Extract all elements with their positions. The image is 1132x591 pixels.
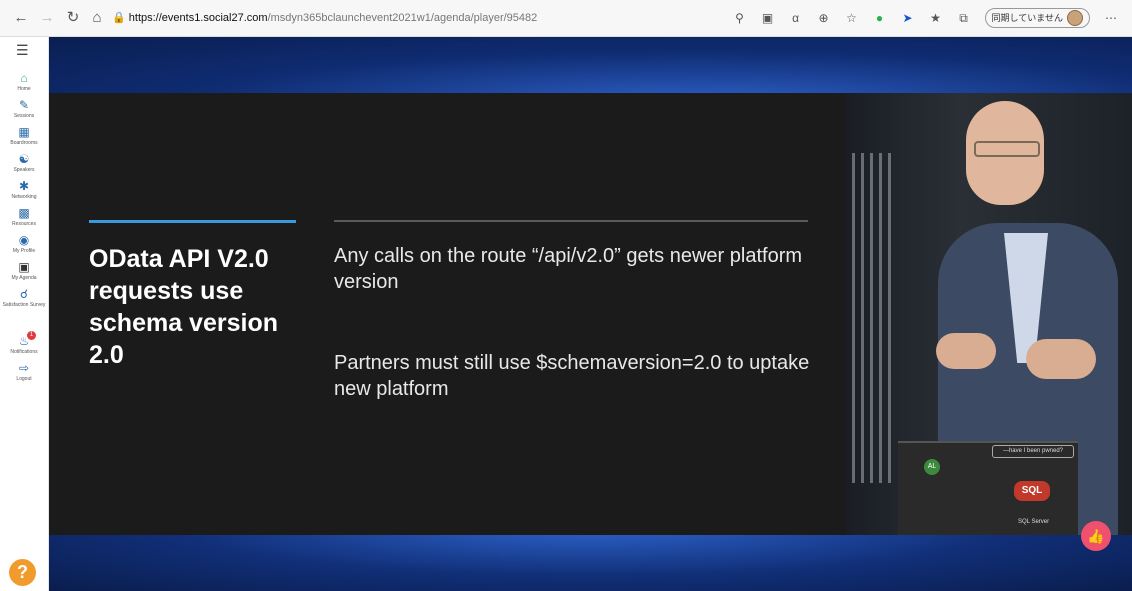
speaker-icon: ☯ bbox=[18, 152, 30, 166]
help-button[interactable]: ? bbox=[9, 559, 36, 586]
slide-bullet-1: Any calls on the route “/api/v2.0” gets … bbox=[334, 245, 803, 293]
sticker-sql-server: SQL Server bbox=[1018, 519, 1050, 525]
sidebar-item-satisfaction-survey[interactable]: ☌ Satisfaction Survey bbox=[0, 287, 48, 309]
collections-icon[interactable]: ⧉ bbox=[957, 11, 971, 25]
video-player[interactable]: OData API V2.0 requests use schema versi… bbox=[49, 37, 1132, 591]
laptop: —have I been pwned? AL SQL SQL Server bbox=[898, 441, 1078, 535]
sticker-al: AL bbox=[924, 459, 940, 475]
url-path: /msdyn365bclaunchevent2021w1/agenda/play… bbox=[267, 12, 538, 24]
avatar bbox=[1067, 10, 1083, 26]
background-band-top bbox=[49, 37, 1132, 93]
speaker-video: —have I been pwned? AL SQL SQL Server bbox=[846, 93, 1132, 535]
sidebar-item-my-agenda[interactable]: ▣ My Agenda bbox=[0, 260, 48, 282]
url-host: https://events1.social27.com bbox=[128, 12, 268, 24]
presentation-slide: OData API V2.0 requests use schema versi… bbox=[49, 93, 846, 535]
reader-icon[interactable]: ▣ bbox=[761, 11, 775, 25]
pen-icon: ✎ bbox=[18, 98, 30, 112]
zoom-icon[interactable]: ⊕ bbox=[817, 11, 831, 25]
sidebar-item-home[interactable]: ⌂ Home bbox=[0, 71, 48, 93]
reload-icon[interactable]: ↻ bbox=[64, 9, 82, 27]
home-browser-icon[interactable]: ⌂ bbox=[88, 9, 106, 27]
logout-icon: ⇨ bbox=[18, 361, 30, 375]
sidebar-item-resources[interactable]: ▩ Resources bbox=[0, 206, 48, 228]
agenda-icon: ▣ bbox=[18, 260, 30, 274]
more-icon[interactable]: ⋯ bbox=[1104, 11, 1118, 25]
survey-icon: ☌ bbox=[19, 287, 29, 301]
background-band-bottom bbox=[49, 535, 1132, 591]
home-icon: ⌂ bbox=[20, 71, 28, 85]
body-divider-line bbox=[334, 220, 808, 222]
sidebar: ☰ ⌂ Home ✎ Sessions ▦ Boardrooms ☯ Speak… bbox=[0, 37, 49, 591]
profile-sync-button[interactable]: 同期していません bbox=[984, 8, 1090, 28]
profile-icon: ◉ bbox=[18, 233, 30, 247]
menu-icon[interactable]: ☰ bbox=[16, 43, 32, 57]
slide-title: OData API V2.0 requests use schema versi… bbox=[89, 245, 278, 369]
glasses-icon bbox=[974, 141, 1040, 157]
boardroom-icon: ▦ bbox=[18, 125, 30, 139]
browser-toolbar: ← → ↻ ⌂ 🔒 https://events1.social27.com/m… bbox=[0, 0, 1132, 37]
notification-badge: 1 bbox=[27, 331, 36, 340]
networking-icon: ✱ bbox=[18, 179, 30, 193]
sidebar-item-networking[interactable]: ✱ Networking bbox=[0, 179, 48, 201]
back-icon[interactable]: ← bbox=[12, 9, 30, 27]
sidebar-item-my-profile[interactable]: ◉ My Profile bbox=[0, 233, 48, 255]
slide-bullet-2: Partners must still use $schemaversion=2… bbox=[334, 352, 810, 400]
toolbar-icons: ⚲ ▣ α ⊕ ☆ ● ➤ ★ ⧉ 同期していません ⋯ bbox=[733, 8, 1118, 28]
like-button[interactable]: 👍 bbox=[1081, 521, 1111, 551]
extension-blue-icon[interactable]: ➤ bbox=[901, 11, 915, 25]
search-icon[interactable]: ⚲ bbox=[733, 11, 747, 25]
extension-green-icon[interactable]: ● bbox=[873, 11, 887, 25]
forward-icon[interactable]: → bbox=[38, 9, 56, 27]
sidebar-item-boardrooms[interactable]: ▦ Boardrooms bbox=[0, 125, 48, 147]
sidebar-item-logout[interactable]: ⇨ Logout bbox=[0, 361, 48, 383]
speaker-hand-right bbox=[1026, 339, 1096, 379]
read-aloud-icon[interactable]: α bbox=[789, 11, 803, 25]
title-accent-line bbox=[89, 220, 296, 223]
speaker-hand-left bbox=[936, 333, 996, 369]
sticker-sql: SQL bbox=[1014, 481, 1050, 501]
sidebar-item-sessions[interactable]: ✎ Sessions bbox=[0, 98, 48, 120]
thumbs-up-icon: 👍 bbox=[1087, 528, 1105, 544]
favorites-icon[interactable]: ★ bbox=[929, 11, 943, 25]
sidebar-item-speakers[interactable]: ☯ Speakers bbox=[0, 152, 48, 174]
sidebar-item-notifications[interactable]: ♨ 1 Notifications bbox=[0, 331, 48, 356]
studio-lights bbox=[846, 153, 896, 483]
resources-icon: ▩ bbox=[18, 206, 30, 220]
sticker-pwned: —have I been pwned? bbox=[992, 445, 1074, 458]
sync-status-label: 同期していません bbox=[991, 13, 1063, 23]
favorite-add-icon[interactable]: ☆ bbox=[845, 11, 859, 25]
address-bar[interactable]: 🔒 https://events1.social27.com/msdyn365b… bbox=[112, 8, 802, 28]
lock-icon: 🔒 bbox=[112, 12, 129, 24]
